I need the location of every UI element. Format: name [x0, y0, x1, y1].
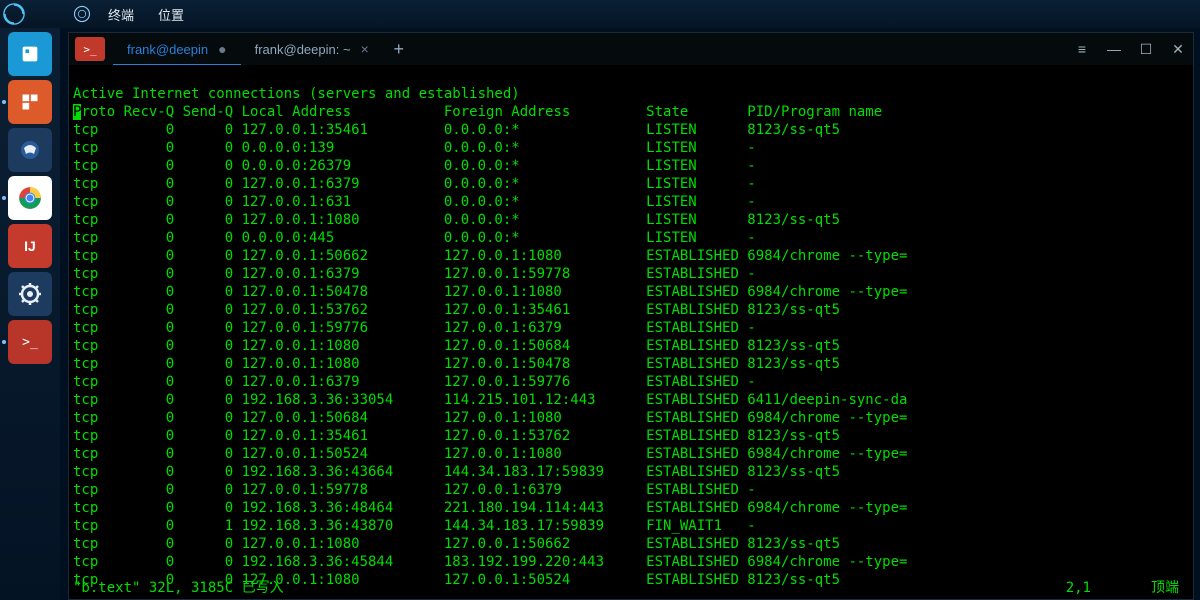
- new-tab-button[interactable]: +: [383, 39, 415, 60]
- close-icon[interactable]: ×: [361, 41, 369, 57]
- menu-location[interactable]: 位置: [146, 5, 196, 24]
- dock-panel: IJ >_: [0, 28, 60, 600]
- close-button[interactable]: ✕: [1169, 41, 1187, 58]
- dock-app-thunderbird[interactable]: [8, 128, 52, 172]
- tab-label: frank@deepin: ~: [255, 42, 351, 57]
- dock-app-intellij[interactable]: IJ: [8, 224, 52, 268]
- netstat-title: Active Internet connections (servers and…: [73, 85, 1189, 103]
- status-position: 2,1: [1066, 579, 1091, 597]
- dock-app-1[interactable]: [8, 32, 52, 76]
- system-top-bar: 终端 位置: [0, 0, 1200, 28]
- dock-app-terminal[interactable]: >_: [8, 320, 52, 364]
- terminal-output[interactable]: Active Internet connections (servers and…: [69, 65, 1193, 599]
- dock-app-chrome[interactable]: [8, 176, 52, 220]
- terminal-app-icon: >_: [75, 37, 105, 61]
- deepin-logo-icon[interactable]: [0, 0, 28, 28]
- netstat-header-row: Proto Recv-Q Send-Q Local Address Foreig…: [73, 103, 1189, 121]
- dock-app-settings[interactable]: [8, 272, 52, 316]
- minimize-button[interactable]: —: [1105, 41, 1123, 57]
- terminal-window: >_ frank@deepin ● frank@deepin: ~ × + ≡ …: [68, 32, 1194, 600]
- status-file: "b.text" 32L, 3185C 已写入: [73, 579, 284, 597]
- vim-status-line: "b.text" 32L, 3185C 已写入 2,1 顶端: [73, 579, 1189, 597]
- dock-app-2[interactable]: [8, 80, 52, 124]
- window-controls: ≡ — ☐ ✕: [1073, 33, 1187, 65]
- hamburger-icon[interactable]: ≡: [1073, 41, 1091, 57]
- app-indicator-icon: [68, 5, 96, 23]
- maximize-button[interactable]: ☐: [1137, 41, 1155, 58]
- terminal-tab-1[interactable]: frank@deepin ●: [113, 33, 241, 65]
- status-location: 顶端: [1151, 579, 1179, 597]
- terminal-tab-2[interactable]: frank@deepin: ~ ×: [241, 33, 383, 65]
- menu-terminal[interactable]: 终端: [96, 5, 146, 24]
- tab-label: frank@deepin: [127, 42, 208, 57]
- terminal-tab-bar: >_ frank@deepin ● frank@deepin: ~ × + ≡ …: [69, 33, 1193, 65]
- close-icon[interactable]: ●: [218, 41, 226, 57]
